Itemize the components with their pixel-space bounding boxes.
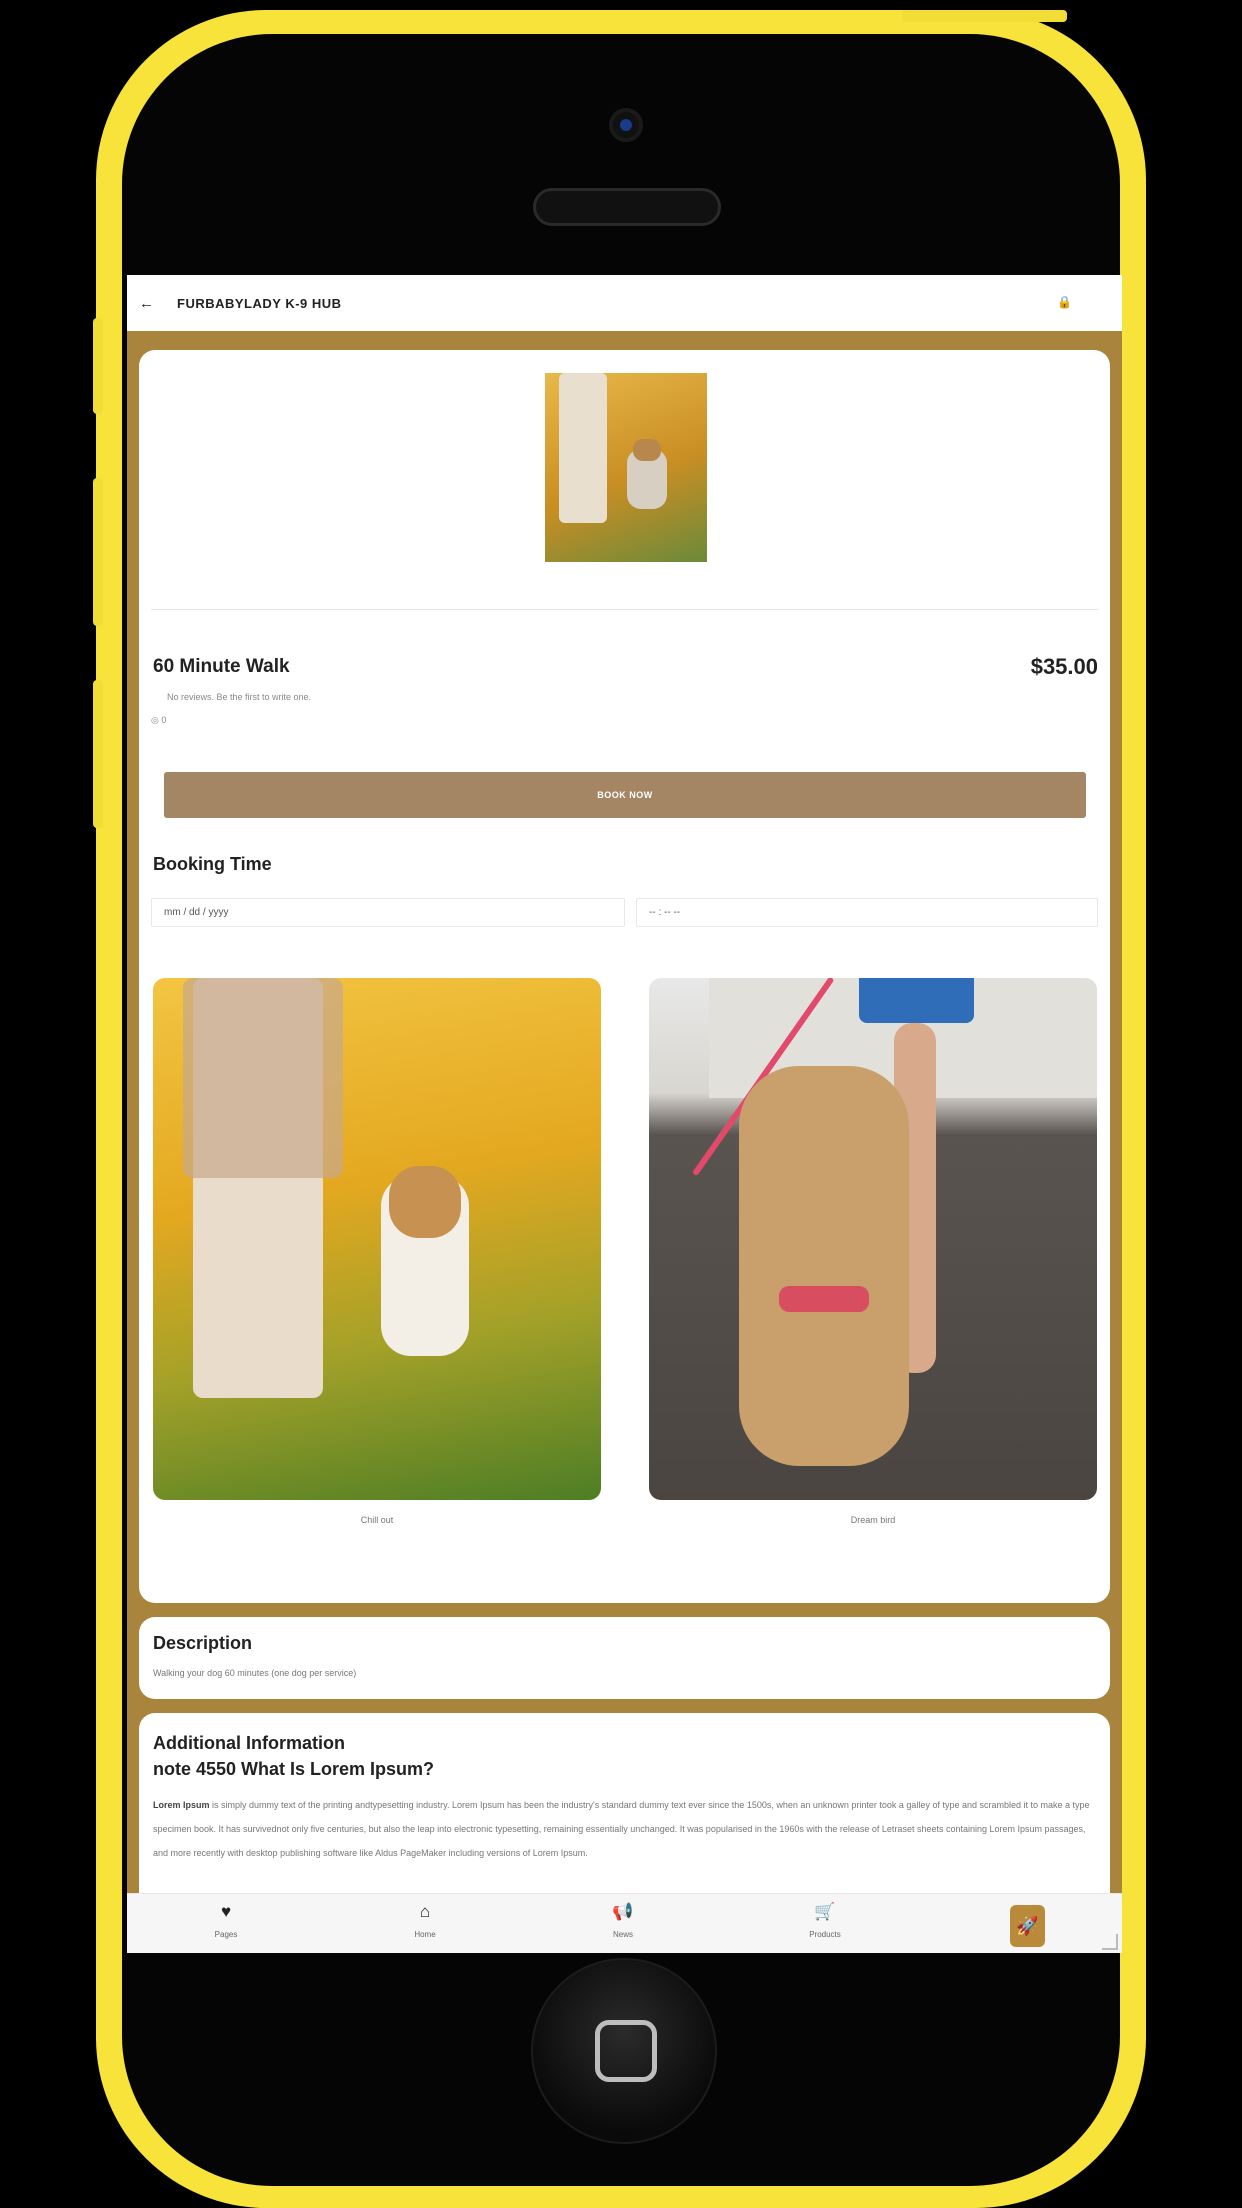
lock-icon[interactable]: 🔒 (1057, 295, 1072, 309)
description-heading: Description (153, 1633, 253, 1653)
bottom-navigation: ♥ Pages ⌂ Home 📢 News 🛒 Products 🚀 (127, 1893, 1122, 1953)
rocket-icon: 🚀 (1016, 1915, 1039, 1936)
rocket-fab-button[interactable]: 🚀 (1010, 1905, 1045, 1947)
home-button-square-icon (595, 2020, 657, 2082)
lorem-lead: Lorem Ipsum (153, 1800, 210, 1810)
resize-handle-icon[interactable] (1102, 1934, 1118, 1950)
product-image[interactable] (545, 373, 707, 562)
app-title: FURBABYLADY K-9 HUB (177, 295, 342, 311)
eye-icon: ◎ (151, 715, 159, 725)
book-now-button[interactable]: BOOK NOW (164, 772, 1086, 818)
nav-item-pages[interactable]: ♥ Pages (166, 1902, 286, 1939)
lorem-body: is simply dummy text of the printing and… (153, 1800, 1090, 1858)
nav-item-home[interactable]: ⌂ Home (365, 1902, 485, 1939)
app-screen: ← FURBABYLADY K-9 HUB 🔒 60 Minute Walk $… (127, 275, 1122, 1953)
booking-time-card: Booking Time mm / dd / yyyy -- : -- -- (139, 838, 1110, 942)
heart-icon: ♥ (220, 1902, 232, 1921)
volume-down-button (93, 680, 103, 828)
nav-item-news[interactable]: 📢 News (563, 1902, 683, 1939)
nav-item-products[interactable]: 🛒 Products (765, 1902, 885, 1939)
gallery-card: Chill out Dream bird (139, 962, 1110, 1603)
beagle-figure (381, 1166, 469, 1356)
views-count: ◎ 0 (151, 715, 166, 726)
additional-info-subheading: note 4550 What Is Lorem Ipsum? (153, 1759, 435, 1779)
walker-figure (183, 978, 343, 1398)
description-text: Walking your dog 60 minutes (one dog per… (153, 1668, 357, 1678)
nav-label-products: Products (809, 1930, 841, 1939)
booking-time-label: Booking Time (153, 854, 272, 874)
front-camera (609, 108, 643, 142)
walker-shorts (859, 978, 974, 1023)
views-number: 0 (161, 715, 167, 725)
back-arrow-icon[interactable]: ← (139, 295, 171, 312)
volume-up-button (93, 478, 103, 626)
power-button (902, 10, 1067, 22)
divider (151, 609, 1098, 610)
app-bar: ← FURBABYLADY K-9 HUB 🔒 (127, 275, 1122, 331)
date-input[interactable]: mm / dd / yyyy (151, 898, 625, 927)
gallery-image-beagle[interactable] (153, 978, 601, 1500)
cart-icon: 🛒 (814, 1902, 836, 1921)
reviews-text[interactable]: No reviews. Be the first to write one. (167, 692, 311, 702)
gallery-caption: Chill out (360, 1515, 394, 1525)
additional-info-heading: Additional Information (153, 1733, 345, 1753)
walker-legs (559, 373, 607, 523)
home-icon: ⌂ (419, 1902, 431, 1921)
description-card: Description Walking your dog 60 minutes … (139, 1617, 1110, 1699)
home-button[interactable] (531, 1958, 717, 2144)
gallery-image-dog-street[interactable] (649, 978, 1097, 1500)
nav-label-home: Home (414, 1930, 436, 1939)
product-name: 60 Minute Walk (153, 656, 290, 677)
earpiece-speaker (533, 188, 721, 226)
nav-label-pages: Pages (214, 1930, 238, 1939)
time-input[interactable]: -- : -- -- (636, 898, 1098, 927)
megaphone-icon: 📢 (612, 1902, 634, 1921)
additional-info-body: Lorem Ipsum is simply dummy text of the … (153, 1793, 1098, 1865)
mute-switch (93, 318, 103, 414)
tan-dog-figure (739, 1066, 909, 1466)
product-price: $35.00 (1030, 654, 1098, 679)
nav-label-news: News (612, 1930, 633, 1939)
dog-figure (627, 439, 667, 509)
gallery-caption: Dream bird (850, 1515, 896, 1525)
